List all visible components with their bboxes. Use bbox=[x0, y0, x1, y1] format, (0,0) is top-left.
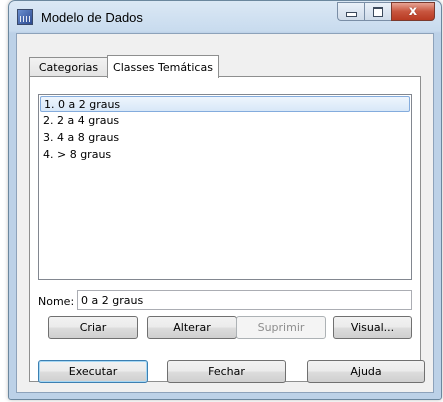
close-button[interactable]: x bbox=[391, 2, 435, 21]
title-bar[interactable]: Modelo de Dados x bbox=[9, 1, 441, 33]
criar-button[interactable]: Criar bbox=[48, 316, 138, 339]
tab-classes-tematicas[interactable]: Classes Temáticas bbox=[107, 55, 219, 78]
minimize-icon bbox=[345, 12, 357, 17]
close-icon: x bbox=[408, 4, 418, 19]
fechar-button[interactable]: Fechar bbox=[167, 360, 286, 383]
nome-label: Nome: bbox=[38, 295, 75, 308]
window-title: Modelo de Dados bbox=[41, 10, 143, 25]
tab-categorias[interactable]: Categorias bbox=[29, 57, 108, 77]
grid-chart-icon bbox=[17, 9, 33, 25]
list-item[interactable]: 1. 0 a 2 graus bbox=[40, 96, 410, 112]
alterar-button[interactable]: Alterar bbox=[147, 316, 237, 339]
minimize-button[interactable] bbox=[337, 2, 364, 21]
dialog-window: Modelo de Dados x Categorias Classes Tem… bbox=[8, 0, 442, 400]
suprimir-button[interactable]: Suprimir bbox=[236, 316, 326, 339]
classes-listbox[interactable]: 1. 0 a 2 graus 2. 2 a 4 graus 3. 4 a 8 g… bbox=[38, 94, 412, 280]
window-controls: x bbox=[337, 2, 435, 22]
dialog-client-area: Categorias Classes Temáticas 1. 0 a 2 gr… bbox=[16, 33, 434, 393]
list-item[interactable]: 3. 4 a 8 graus bbox=[40, 130, 410, 146]
list-item[interactable]: 4. > 8 graus bbox=[40, 147, 410, 163]
executar-button[interactable]: Executar bbox=[38, 360, 148, 383]
maximize-icon bbox=[373, 6, 383, 17]
nome-input[interactable] bbox=[77, 290, 412, 310]
tab-panel-classes-tematicas: 1. 0 a 2 graus 2. 2 a 4 graus 3. 4 a 8 g… bbox=[29, 76, 421, 382]
ajuda-button[interactable]: Ajuda bbox=[307, 360, 425, 383]
list-item[interactable]: 2. 2 a 4 graus bbox=[40, 113, 410, 129]
visual-button[interactable]: Visual... bbox=[333, 316, 412, 339]
maximize-button[interactable] bbox=[364, 2, 391, 21]
